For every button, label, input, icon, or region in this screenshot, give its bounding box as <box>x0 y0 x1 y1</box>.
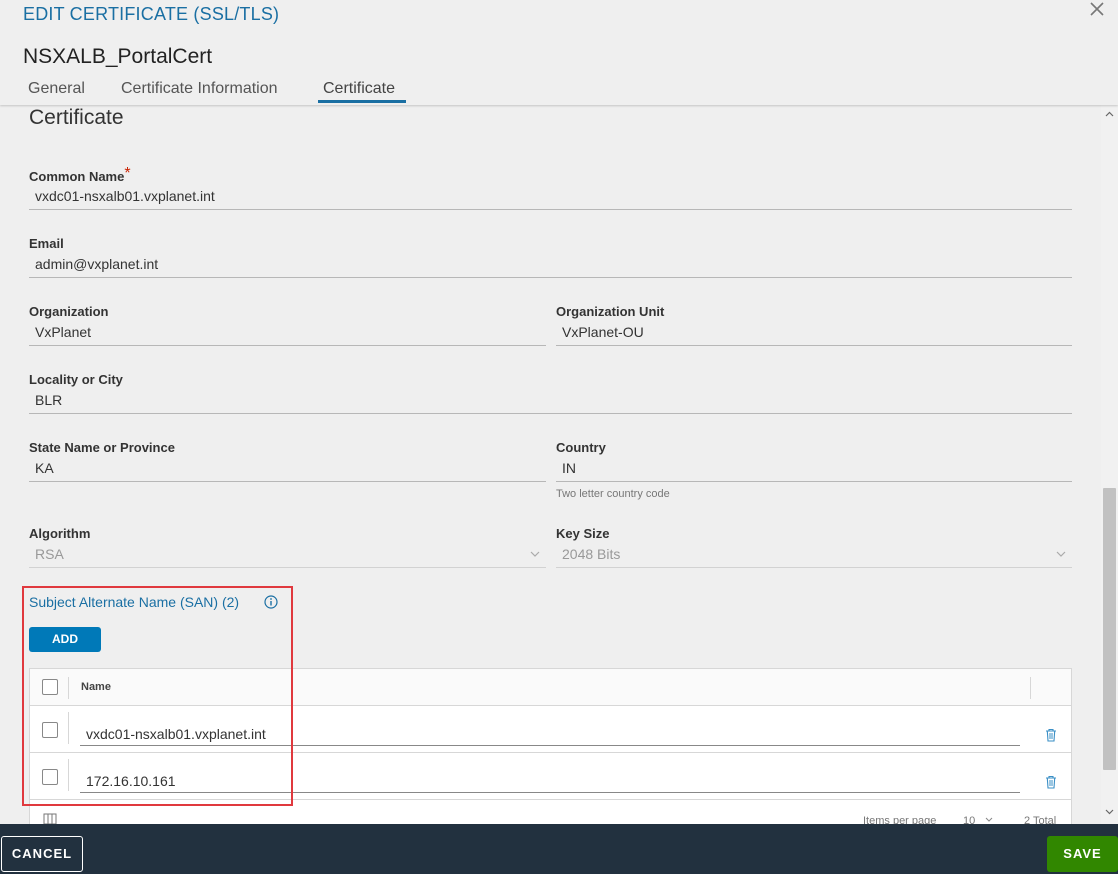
scrollbar[interactable] <box>1101 105 1118 824</box>
row-checkbox[interactable] <box>42 722 58 738</box>
scrollbar-thumb[interactable] <box>1103 488 1116 770</box>
country-helper-text: Two letter country code <box>556 488 670 500</box>
save-button[interactable]: SAVE <box>1047 836 1118 872</box>
cancel-button[interactable]: CANCEL <box>1 836 83 872</box>
tab-certificate-information[interactable]: Certificate Information <box>121 80 278 104</box>
tab-general[interactable]: General <box>28 80 85 104</box>
scroll-up-icon[interactable] <box>1105 111 1114 117</box>
state-label: State Name or Province <box>29 440 175 455</box>
key-size-label: Key Size <box>556 526 610 541</box>
info-icon[interactable] <box>264 595 278 609</box>
algorithm-select[interactable]: RSA <box>29 542 546 568</box>
algorithm-label: Algorithm <box>29 526 91 541</box>
required-mark: * <box>124 165 131 182</box>
organization-unit-input[interactable]: VxPlanet-OU <box>556 320 1072 346</box>
email-label: Email <box>29 236 64 251</box>
chevron-down-icon <box>1056 551 1066 557</box>
san-title: Subject Alternate Name (SAN) (2) <box>29 594 240 610</box>
column-separator <box>68 677 69 699</box>
dialog-header: EDIT CERTIFICATE (SSL/TLS) NSXALB_Portal… <box>0 0 1118 105</box>
column-separator <box>68 759 69 791</box>
country-input[interactable]: IN <box>556 456 1072 482</box>
country-label: Country <box>556 440 606 455</box>
san-datagrid: Name vxdc01-nsxalb01.vxplanet.int 172.16… <box>29 668 1072 828</box>
key-size-select[interactable]: 2048 Bits <box>556 542 1072 568</box>
san-name-input[interactable]: vxdc01-nsxalb01.vxplanet.int <box>80 722 1020 746</box>
table-row: 172.16.10.161 <box>30 753 1071 800</box>
trash-icon[interactable] <box>1044 728 1058 742</box>
chevron-down-icon <box>985 817 993 822</box>
organization-input[interactable]: VxPlanet <box>29 320 546 346</box>
san-name-input[interactable]: 172.16.10.161 <box>80 769 1020 793</box>
column-separator <box>1030 677 1031 699</box>
select-all-checkbox[interactable] <box>42 679 58 695</box>
row-checkbox[interactable] <box>42 769 58 785</box>
scroll-down-icon[interactable] <box>1105 809 1114 815</box>
column-separator <box>68 712 69 744</box>
datagrid-header: Name <box>30 669 1071 706</box>
algorithm-value: RSA <box>35 546 64 562</box>
active-tab-indicator <box>318 100 406 103</box>
close-icon[interactable] <box>1086 0 1108 22</box>
add-san-button[interactable]: ADD <box>29 627 101 652</box>
table-row: vxdc01-nsxalb01.vxplanet.int <box>30 706 1071 753</box>
trash-icon[interactable] <box>1044 775 1058 789</box>
dialog-footer: CANCEL SAVE <box>0 824 1118 874</box>
email-input[interactable]: admin@vxplanet.int <box>29 252 1072 278</box>
key-size-value: 2048 Bits <box>562 546 621 562</box>
common-name-input[interactable]: vxdc01-nsxalb01.vxplanet.int <box>29 184 1072 210</box>
common-name-label-text: Common Name <box>29 169 125 184</box>
section-title: Certificate <box>29 106 124 129</box>
chevron-down-icon <box>530 551 540 557</box>
column-header-name[interactable]: Name <box>81 681 111 693</box>
organization-label: Organization <box>29 304 109 319</box>
locality-input[interactable]: BLR <box>29 388 1072 414</box>
certificate-name: NSXALB_PortalCert <box>23 45 213 68</box>
dialog-title: EDIT CERTIFICATE (SSL/TLS) <box>23 4 280 24</box>
organization-unit-label: Organization Unit <box>556 304 665 319</box>
state-input[interactable]: KA <box>29 456 546 482</box>
locality-label: Locality or City <box>29 372 123 387</box>
